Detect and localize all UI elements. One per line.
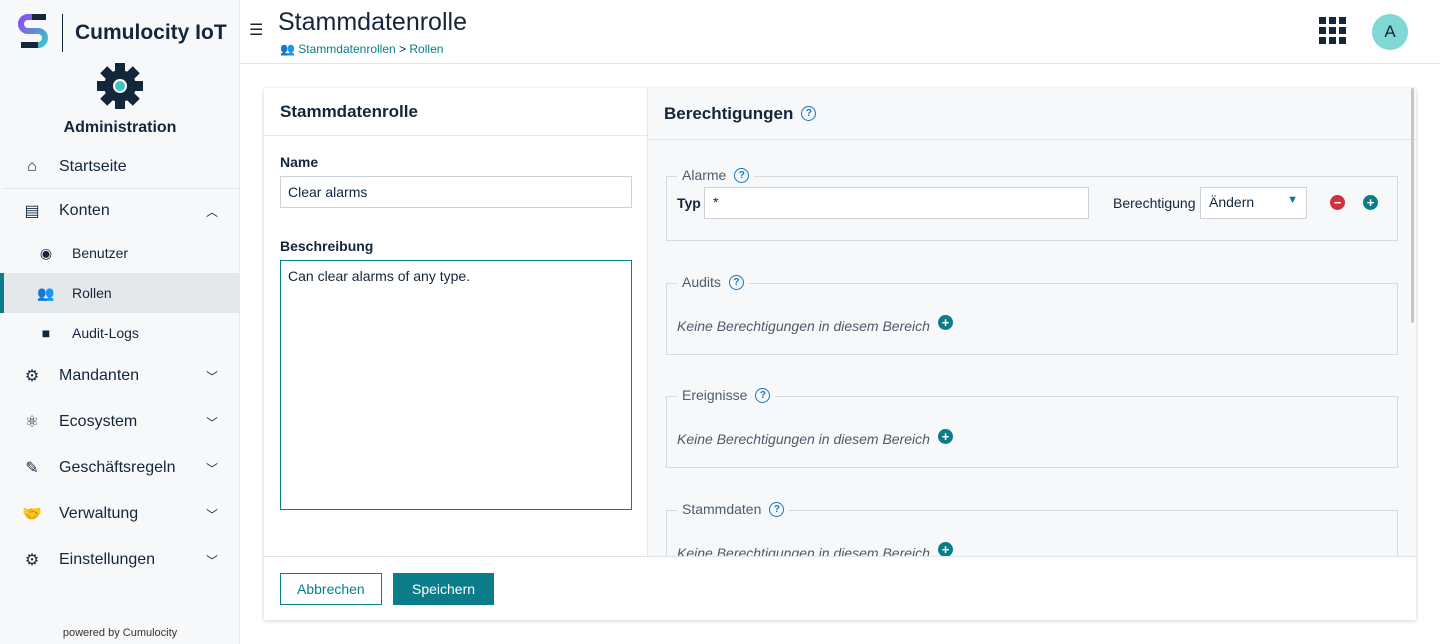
remove-permission-icon[interactable]: − — [1330, 195, 1345, 210]
sidebar-item-label: Benutzer — [72, 245, 129, 261]
cog-icon: ⚙ — [24, 368, 40, 385]
group-label: Alarme — [682, 167, 727, 183]
add-permission-icon[interactable]: + — [938, 315, 953, 330]
chevron-down-icon: ﹀ — [205, 369, 218, 384]
name-label: Name — [280, 154, 319, 170]
sidebar-item-label: Einstellungen — [59, 551, 156, 568]
form-title: Stammdatenrolle — [264, 88, 647, 136]
atom-icon: ⚛ — [24, 414, 40, 431]
avatar[interactable]: A — [1372, 14, 1408, 50]
header: ☰ Stammdatenrolle 👥 Stammdatenrollen > R… — [240, 0, 1440, 64]
role-form: Stammdatenrolle Name Clear alarms Beschr… — [264, 88, 648, 556]
add-permission-icon[interactable]: + — [938, 542, 953, 556]
permission-label: Berechtigung — [1113, 195, 1196, 211]
breadcrumb-item[interactable]: Rollen — [409, 42, 443, 56]
help-icon[interactable]: ? — [769, 501, 785, 517]
sidebar-item-label: Rollen — [72, 285, 112, 301]
breadcrumb-separator: > — [399, 42, 407, 56]
permissions-panel: Berechtigungen? Alarme? Typ * Berechtigu… — [648, 88, 1416, 556]
empty-text: Keine Berechtigungen in diesem Bereich — [677, 318, 930, 334]
permission-value: Ändern — [1209, 194, 1255, 210]
help-icon[interactable]: ? — [734, 167, 750, 183]
sidebar-item-label: Audit-Logs — [72, 325, 139, 341]
help-icon[interactable]: ? — [755, 387, 771, 403]
sidebar-item-audit-logs[interactable]: ■ Audit-Logs — [0, 313, 240, 353]
add-permission-icon[interactable]: + — [938, 429, 953, 444]
cancel-button[interactable]: Abbrechen — [280, 573, 382, 605]
accounts-icon: ▤ — [24, 203, 40, 220]
sidebar-item-verwaltung[interactable]: 🤝 Verwaltung ﹀ — [0, 491, 240, 537]
powered-by: powered by Cumulocity — [62, 627, 178, 639]
type-label: Typ — [677, 195, 701, 211]
permission-group-events: Ereignisse? Keine Berechtigungen in dies… — [666, 387, 1398, 468]
role-card: Stammdatenrolle Name Clear alarms Beschr… — [264, 88, 1416, 620]
description-textarea[interactable]: Can clear alarms of any type. — [280, 260, 632, 510]
sidebar-item-einstellungen[interactable]: ⚙ Einstellungen ﹀ — [0, 537, 240, 583]
sidebar-item-mandanten[interactable]: ⚙ Mandanten ﹀ — [0, 353, 240, 399]
sidebar-item-rollen[interactable]: 👥 Rollen — [0, 273, 240, 313]
cumulocity-logo-icon — [18, 14, 48, 48]
chevron-down-icon: ﹀ — [205, 507, 218, 522]
sidebar-item-label: Verwaltung — [59, 505, 139, 522]
sidebar-item-ecosystem[interactable]: ⚛ Ecosystem ﹀ — [0, 399, 240, 445]
name-input[interactable]: Clear alarms — [280, 176, 632, 208]
sidebar-item-label: Startseite — [59, 157, 127, 175]
sidebar-nav: ⌂ Startseite ▤ Konten ︿ ◉ Benutzer 👥 Rollen ■… — [0, 145, 240, 583]
sidebar-item-label: Geschäftsregeln — [59, 459, 176, 476]
chevron-up-icon: ︿ — [205, 204, 218, 219]
breadcrumb: 👥 Stammdatenrollen > Rollen — [280, 42, 443, 56]
sidebar-item-label: Ecosystem — [59, 413, 138, 430]
sidebar-item-startseite[interactable]: ⌂ Startseite — [4, 145, 240, 189]
roles-icon: 👥 — [37, 284, 55, 301]
roles-icon: 👥 — [280, 42, 295, 56]
toggle-sidebar-icon[interactable]: ☰ — [249, 20, 263, 40]
save-button[interactable]: Speichern — [393, 573, 495, 605]
ruler-pencil-icon: ✎ — [25, 460, 39, 477]
permission-group-alarms: Alarme? Typ * Berechtigung Ändern ▼ − + — [666, 167, 1398, 241]
empty-text: Keine Berechtigungen in diesem Bereich — [677, 431, 930, 447]
app-switch: Administration — [0, 62, 240, 137]
app-switcher-icon[interactable] — [1319, 17, 1346, 44]
type-input[interactable]: * — [704, 187, 1089, 219]
group-label: Audits — [682, 274, 721, 290]
empty-text: Keine Berechtigungen in diesem Bereich — [677, 545, 930, 556]
add-permission-icon[interactable]: + — [1363, 195, 1378, 210]
chevron-down-icon: ﹀ — [205, 461, 218, 476]
permission-select[interactable]: Ändern ▼ — [1200, 187, 1307, 219]
group-label: Stammdaten — [682, 501, 762, 517]
gear-icon — [97, 63, 143, 109]
help-icon[interactable]: ? — [728, 274, 744, 290]
handshake-icon: 🤝 — [22, 506, 42, 523]
home-icon: ⌂ — [27, 157, 37, 175]
form-footer: Abbrechen Speichern — [264, 556, 1416, 620]
sidebar-item-label: Mandanten — [59, 367, 140, 384]
help-icon[interactable]: ? — [801, 106, 817, 121]
permissions-title: Berechtigungen — [664, 103, 794, 123]
archive-icon: ■ — [41, 325, 51, 341]
sidebar-item-label: Konten — [59, 202, 110, 219]
sidebar: Cumulocity IoT Administration ⌂ Startseit… — [0, 0, 240, 644]
description-label: Beschreibung — [280, 238, 374, 254]
caret-down-icon: ▼ — [1287, 194, 1298, 206]
page-title: Stammdatenrolle — [278, 8, 467, 36]
scrollbar[interactable] — [1411, 88, 1414, 323]
sidebar-item-benutzer[interactable]: ◉ Benutzer — [0, 233, 240, 273]
chevron-down-icon: ﹀ — [205, 553, 218, 568]
permission-group-audits: Audits? Keine Berechtigungen in diesem B… — [666, 274, 1398, 355]
cog-icon: ⚙ — [24, 552, 40, 569]
chevron-down-icon: ﹀ — [205, 415, 218, 430]
group-label: Ereignisse — [682, 387, 748, 403]
brand-name: Cumulocity IoT — [75, 21, 227, 44]
breadcrumb-item[interactable]: Stammdatenrollen — [298, 42, 395, 56]
brand[interactable]: Cumulocity IoT — [18, 14, 227, 52]
sidebar-item-konten[interactable]: ▤ Konten ︿ — [0, 189, 240, 233]
app-title: Administration — [63, 119, 177, 136]
sidebar-item-geschaeftsregeln[interactable]: ✎ Geschäftsregeln ﹀ — [0, 445, 240, 491]
user-icon: ◉ — [39, 244, 53, 261]
permission-group-inventory: Stammdaten? Keine Berechtigungen in dies… — [666, 501, 1398, 556]
